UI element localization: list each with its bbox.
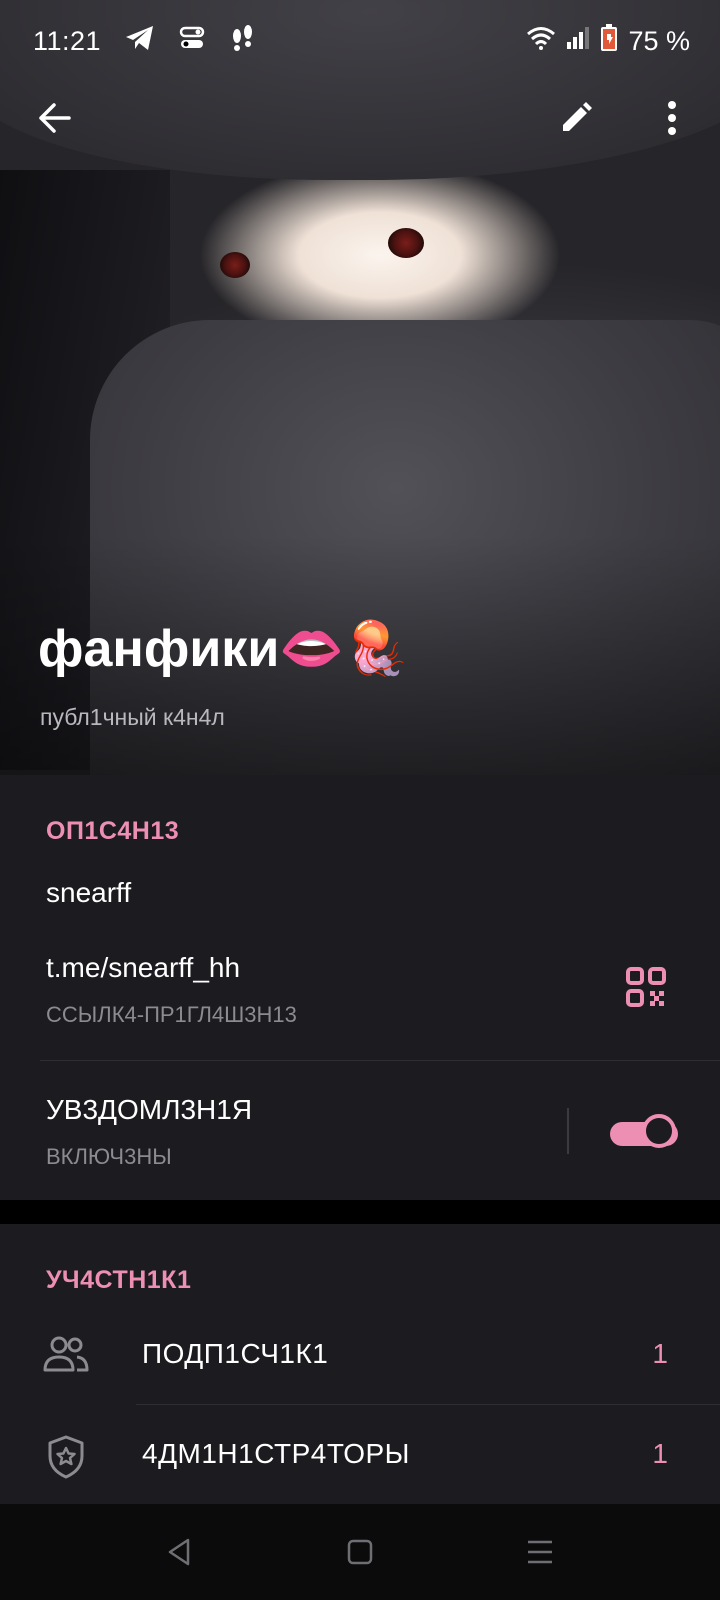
pencil-icon [559,101,593,140]
status-bar: 11:21 75 % [0,18,720,66]
channel-description[interactable]: snearff [46,877,131,909]
battery-level: 75 % [628,26,690,56]
users-icon [42,1334,90,1376]
status-time: 11:21 [33,26,102,56]
channel-type: публ1чный к4н4л [40,704,225,730]
photo-eye-left [220,252,250,278]
telegram-icon [125,25,155,58]
subscribers-label: ПОДП1СЧ1К1 [142,1338,329,1369]
channel-title: фанфики👄🪼 [38,620,409,678]
wifi-icon [526,26,556,57]
toggle-knob [642,1114,676,1148]
shield-star-icon [42,1434,90,1479]
administrators-row[interactable]: 4ДМ1Н1СТР4ТОРЫ 1 [0,1404,720,1504]
notifications-label: УВ3ДОМЛ3Н1Я [46,1094,253,1125]
notifications-toggle[interactable] [610,1112,678,1152]
photo-eye-right [388,228,424,258]
administrators-label: 4ДМ1Н1СТР4ТОРЫ [142,1438,410,1469]
subscribers-row[interactable]: ПОДП1СЧ1К1 1 [0,1304,720,1404]
invite-link-caption: ССЫЛК4-ПР1ГЛ4Ш3Н13 [46,1002,297,1027]
more-button[interactable] [644,92,700,148]
qr-code-icon [624,967,668,1013]
subscribers-count: 1 [652,1338,668,1369]
toggle-status-icon [179,25,205,58]
more-vertical-icon [667,100,677,141]
invite-link[interactable]: t.me/snearff_hh [46,952,240,984]
arrow-left-icon [36,102,72,139]
back-button[interactable] [26,92,82,148]
signal-icon [566,26,590,57]
edit-button[interactable] [548,92,604,148]
divider [40,1060,720,1061]
vertical-separator [567,1108,569,1154]
system-navigation-bar [0,1504,720,1600]
members-section-title: УЧ4СТН1К1 [46,1266,192,1294]
nav-menu-button[interactable] [520,1532,560,1572]
nav-back-button[interactable] [160,1532,200,1572]
battery-icon [600,24,618,59]
footprints-icon [229,24,255,59]
nav-home-button[interactable] [340,1532,380,1572]
description-section-title: ОП1С4Н13 [46,817,180,845]
administrators-count: 1 [652,1438,668,1469]
notifications-state: ВКЛЮЧ3НЫ [46,1144,172,1169]
qr-code-button[interactable] [624,965,668,1009]
